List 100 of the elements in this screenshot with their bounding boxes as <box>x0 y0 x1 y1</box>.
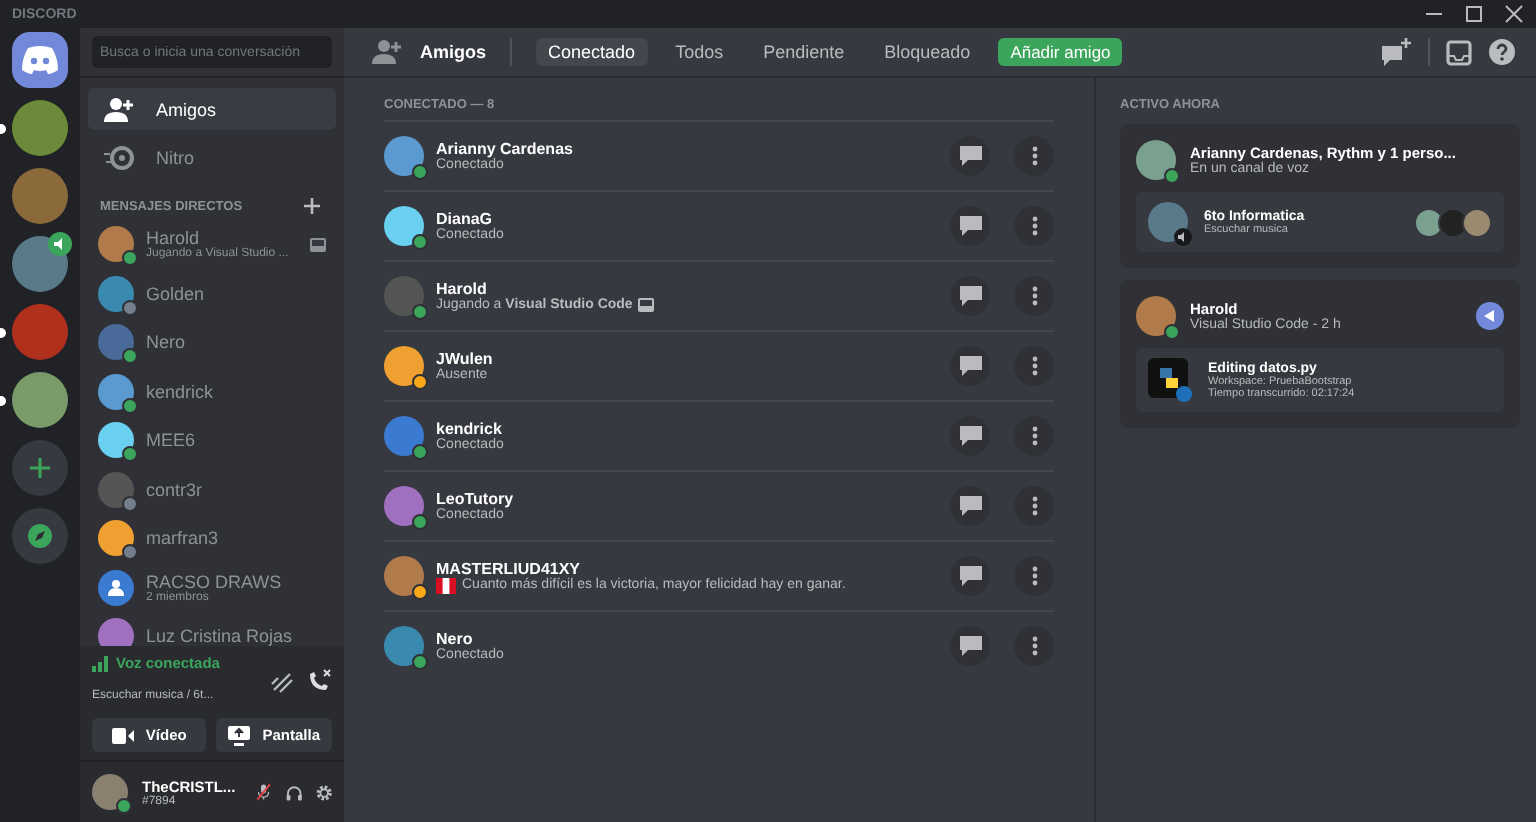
nav-item[interactable]: Nitro <box>88 136 336 178</box>
friend-name: LeoTutory <box>436 490 514 508</box>
disconnect-icon[interactable] <box>306 668 332 694</box>
avatar <box>384 136 424 176</box>
more-icon <box>1031 146 1037 166</box>
more-button[interactable] <box>1014 416 1054 456</box>
more-icon <box>1031 636 1037 656</box>
avatar <box>1414 207 1444 237</box>
tab[interactable]: Conectado <box>536 38 648 66</box>
avatar <box>384 556 424 596</box>
screen-share-icon <box>228 725 251 745</box>
more-icon <box>1031 356 1037 376</box>
maximize-icon[interactable] <box>1464 4 1484 24</box>
friend-name: Harold <box>436 280 487 298</box>
inbox-icon[interactable] <box>1446 39 1472 65</box>
server-icon[interactable] <box>12 304 68 360</box>
avatar <box>98 324 134 361</box>
message-button[interactable] <box>950 206 990 246</box>
tab[interactable]: Todos <box>663 38 736 66</box>
tab[interactable]: Bloqueado <box>872 38 983 66</box>
more-button[interactable] <box>1014 206 1054 246</box>
dm-name[interactable]: Nero <box>146 332 186 353</box>
tab[interactable]: Pendiente <box>751 38 857 66</box>
dm-name[interactable]: kendrick <box>146 381 214 402</box>
more-button[interactable] <box>1014 626 1054 666</box>
chat-bubble-icon <box>959 286 981 306</box>
more-button[interactable] <box>1014 346 1054 386</box>
avatar <box>1462 207 1492 237</box>
explore-button[interactable] <box>12 508 68 564</box>
avatar <box>98 471 134 508</box>
more-button[interactable] <box>1014 276 1054 316</box>
server-icon[interactable] <box>12 372 68 428</box>
friend-name: Nero <box>436 630 473 648</box>
close-icon[interactable] <box>1504 4 1524 24</box>
avatar <box>384 486 424 526</box>
more-icon <box>1031 216 1037 236</box>
plus-icon[interactable] <box>304 198 320 214</box>
nav-item[interactable]: Amigos <box>88 88 336 130</box>
avatar <box>384 206 424 246</box>
message-button[interactable] <box>950 486 990 526</box>
python-logo-icon <box>1148 358 1192 402</box>
dm-name[interactable]: marfran3 <box>146 528 219 549</box>
avatar <box>1136 296 1176 336</box>
compass-icon <box>26 522 54 550</box>
friend-name: Arianny Cardenas <box>436 140 573 158</box>
chat-bubble-icon <box>959 636 981 656</box>
home-button[interactable] <box>12 32 68 88</box>
message-button[interactable] <box>950 556 990 596</box>
avatar <box>1136 140 1176 180</box>
speaker-icon <box>1174 228 1192 246</box>
friend-name: JWulen <box>436 350 493 368</box>
new-group-dm-icon[interactable] <box>1380 37 1412 67</box>
avatar <box>384 416 424 456</box>
noise-suppression-icon[interactable] <box>270 669 294 693</box>
chat-bubble-icon <box>959 426 981 446</box>
plus-icon <box>28 456 52 480</box>
status-dot <box>1164 324 1180 340</box>
friends-icon <box>372 38 404 66</box>
help-icon[interactable] <box>1488 38 1516 66</box>
more-button[interactable] <box>1014 136 1054 176</box>
page-title: Amigos <box>420 42 487 62</box>
avatar <box>98 275 134 312</box>
message-button[interactable] <box>950 416 990 456</box>
more-button[interactable] <box>1014 486 1054 526</box>
more-icon <box>1031 426 1037 446</box>
server-icon <box>1148 202 1188 242</box>
friend-name: DianaG <box>436 210 493 228</box>
more-button[interactable] <box>1014 556 1054 596</box>
friends-icon <box>104 95 136 123</box>
friend-name: MASTERLIUD41XY <box>436 559 583 577</box>
avatar <box>98 520 134 557</box>
avatar <box>1438 207 1468 237</box>
message-button[interactable] <box>950 136 990 176</box>
message-button[interactable] <box>950 626 990 666</box>
status-dot <box>1164 168 1180 184</box>
more-icon <box>1031 496 1037 516</box>
chat-bubble-icon <box>959 566 981 586</box>
avatar <box>384 346 424 386</box>
camera-icon <box>111 727 134 743</box>
more-icon <box>1031 566 1037 586</box>
add-server-button[interactable] <box>12 440 68 496</box>
chat-bubble-icon <box>959 146 981 166</box>
message-button[interactable] <box>950 346 990 386</box>
server-icon[interactable] <box>12 168 68 224</box>
avatar[interactable] <box>92 774 128 810</box>
dm-name[interactable]: MEE6 <box>146 430 196 451</box>
dm-name[interactable]: Harold <box>146 228 289 249</box>
controller-logo-icon <box>20 46 60 74</box>
nitro-icon <box>104 143 136 171</box>
dm-name[interactable]: RACSO DRAWS <box>146 571 282 592</box>
message-button[interactable] <box>950 276 990 316</box>
dm-name[interactable]: Luz Cristina Rojas <box>146 626 293 646</box>
server-icon[interactable] <box>12 100 68 156</box>
dm-name[interactable]: Golden <box>146 283 205 304</box>
chat-bubble-icon <box>959 216 981 236</box>
friend-name: kendrick <box>436 420 502 438</box>
dm-name[interactable]: contr3r <box>146 479 203 500</box>
avatar <box>98 373 134 410</box>
avatar <box>98 422 134 459</box>
muted-microphone-icon[interactable] <box>256 778 272 806</box>
